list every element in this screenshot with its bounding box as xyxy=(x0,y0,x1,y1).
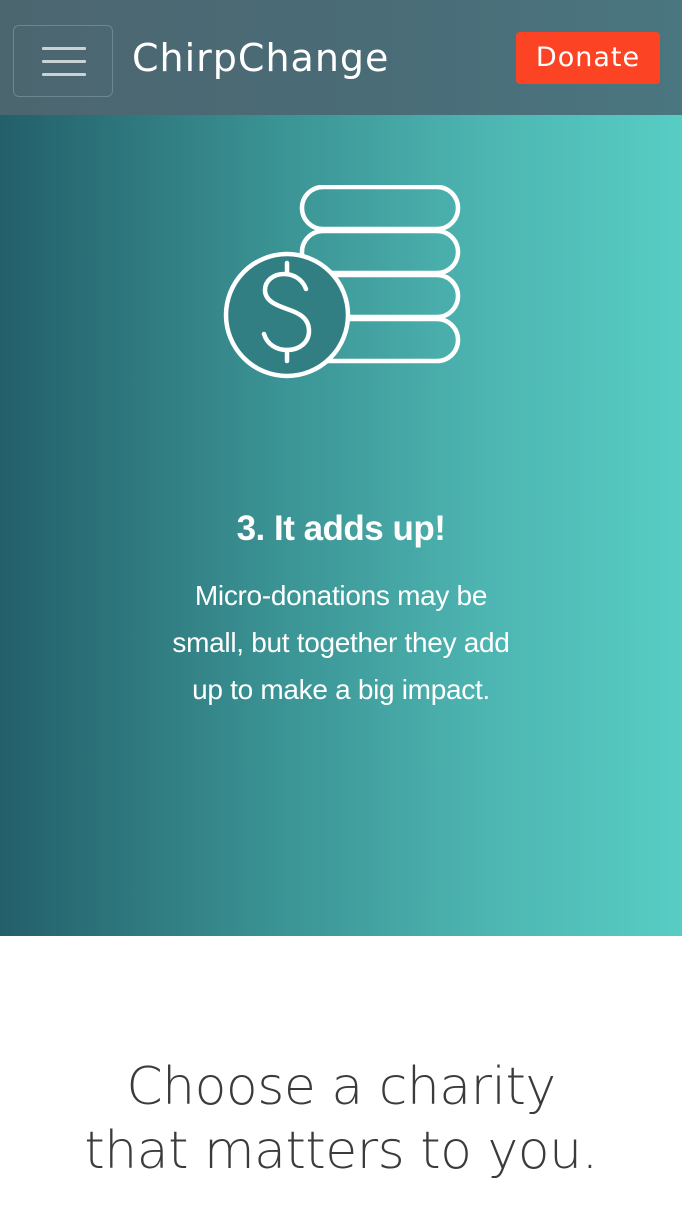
navbar: ChirpChange Donate xyxy=(0,0,682,115)
choose-charity-heading: Choose a charity that matters to you. xyxy=(0,1055,682,1183)
hamburger-menu-icon-bar xyxy=(42,73,86,76)
heading-line-2: that matters to you. xyxy=(84,1121,598,1181)
heading-line-1: Choose a charity xyxy=(126,1057,556,1117)
hero-step-section: 3. It adds up! Micro-donations may be sm… xyxy=(0,115,682,936)
step-description: Micro-donations may be small, but togeth… xyxy=(172,580,510,705)
hamburger-menu-icon xyxy=(42,47,86,50)
donate-button[interactable]: Donate xyxy=(516,32,660,84)
step-title: 3. It adds up! xyxy=(236,509,446,548)
brand-logo-text[interactable]: ChirpChange xyxy=(132,34,389,82)
coins-dollar-icon xyxy=(223,185,461,379)
hamburger-menu-icon-bar xyxy=(42,60,86,63)
hamburger-menu-button[interactable] xyxy=(13,25,113,97)
